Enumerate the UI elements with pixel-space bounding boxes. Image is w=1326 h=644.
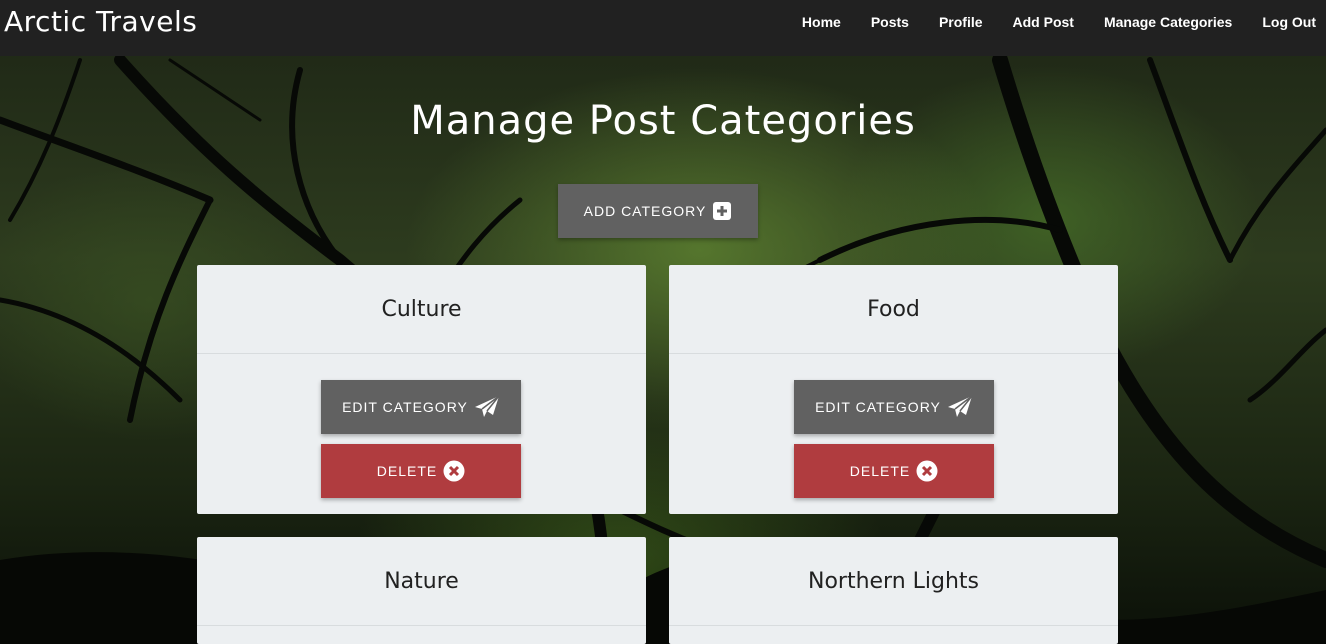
nav-link-log-out[interactable]: Log Out — [1262, 14, 1316, 30]
delete-category-button[interactable]: Delete — [794, 444, 994, 498]
edit-category-label: Edit Category — [342, 399, 468, 415]
category-name: Food — [669, 265, 1118, 354]
plus-square-icon — [712, 201, 732, 221]
category-card-nature: Nature — [197, 537, 646, 644]
nav-link-home[interactable]: Home — [802, 14, 841, 30]
delete-category-button[interactable]: Delete — [321, 444, 521, 498]
times-circle-icon — [443, 460, 465, 482]
nav-link-posts[interactable]: Posts — [871, 14, 909, 30]
category-name: Culture — [197, 265, 646, 354]
add-category-label: Add Category — [583, 203, 707, 219]
nav-links: Home Posts Profile Add Post Manage Categ… — [772, 0, 1316, 44]
nav-link-profile[interactable]: Profile — [939, 14, 983, 30]
add-category-button[interactable]: Add Category — [558, 184, 758, 238]
paper-plane-icon — [947, 395, 973, 419]
edit-category-button[interactable]: Edit Category — [321, 380, 521, 434]
category-card-northern-lights: Northern Lights — [669, 537, 1118, 644]
times-circle-icon — [916, 460, 938, 482]
paper-plane-icon — [474, 395, 500, 419]
delete-category-label: Delete — [376, 463, 438, 479]
nav-link-add-post[interactable]: Add Post — [1013, 14, 1074, 30]
nav-link-manage-categories[interactable]: Manage Categories — [1104, 14, 1232, 30]
edit-category-label: Edit Category — [815, 399, 941, 415]
category-name: Nature — [197, 537, 646, 626]
brand-logo[interactable]: Arctic Travels — [4, 4, 197, 40]
delete-category-label: Delete — [849, 463, 911, 479]
page-title: Manage Post Categories — [410, 98, 916, 144]
category-name: Northern Lights — [669, 537, 1118, 626]
navbar: Arctic Travels Home Posts Profile Add Po… — [0, 0, 1326, 56]
edit-category-button[interactable]: Edit Category — [794, 380, 994, 434]
